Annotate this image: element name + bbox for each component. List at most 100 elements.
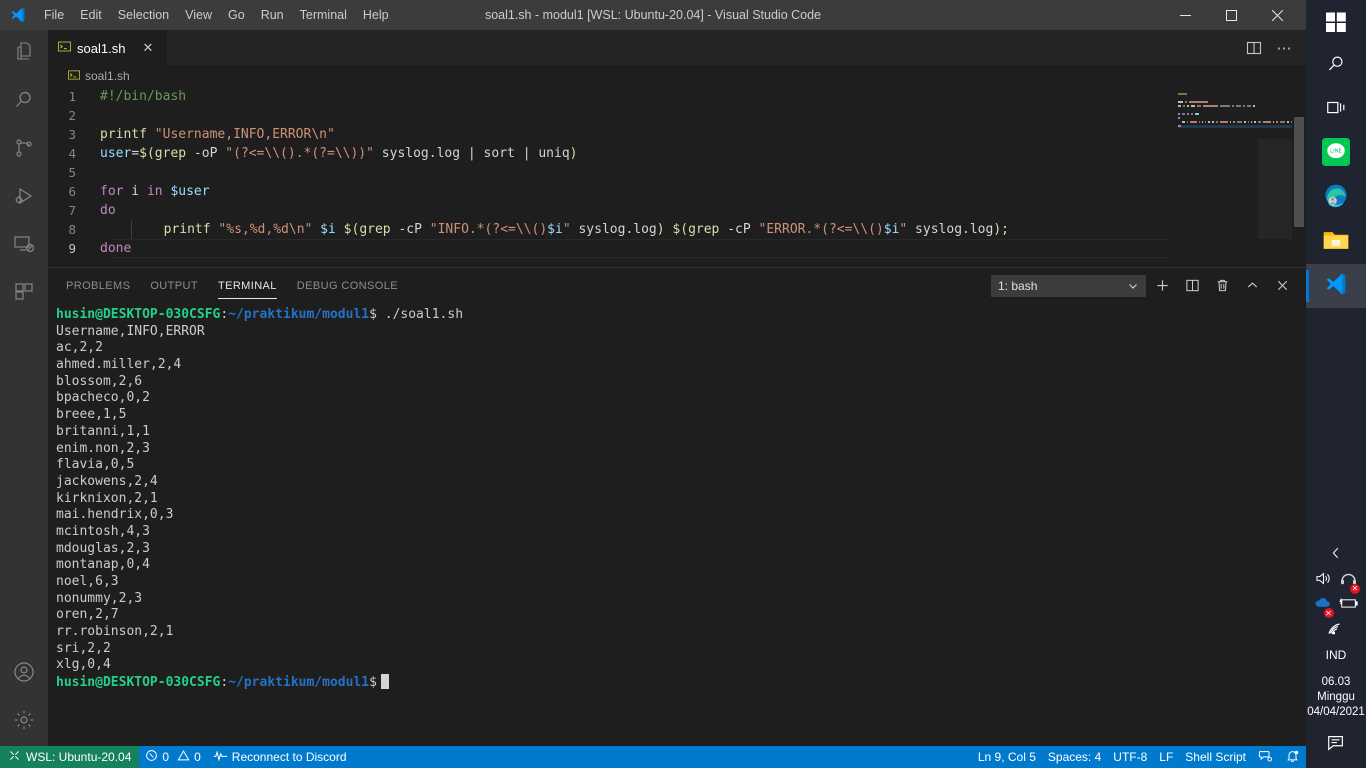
tab-debug-console[interactable]: DEBUG CONSOLE [287, 268, 408, 303]
menu-help[interactable]: Help [355, 0, 397, 30]
line-app-button[interactable]: LINE [1306, 132, 1366, 176]
sidebar-item-search[interactable] [0, 78, 48, 126]
more-actions-icon[interactable]: ⋯ [1270, 34, 1298, 62]
minimap-token [1220, 121, 1229, 123]
status-remote-indicator[interactable]: WSL: Ubuntu-20.04 [0, 746, 140, 768]
breadcrumb[interactable]: soal1.sh [48, 65, 1306, 87]
status-feedback-button[interactable] [1252, 746, 1279, 768]
terminal-output-line: ahmed.miller,2,4 [56, 357, 182, 373]
sidebar-item-remote-explorer[interactable] [0, 222, 48, 270]
taskbar-search-button[interactable] [1306, 44, 1366, 88]
terminal-select[interactable]: 1: bash [991, 274, 1146, 297]
status-discord[interactable]: Reconnect to Discord [207, 746, 353, 768]
editor-scrollbar[interactable] [1292, 87, 1306, 267]
menu-go[interactable]: Go [220, 0, 253, 30]
action-center-button[interactable] [1306, 726, 1366, 764]
status-indentation[interactable]: Spaces: 4 [1042, 746, 1107, 768]
terminal-output-line: Username,INFO,ERROR [56, 323, 205, 339]
clock-day: Minggu [1317, 691, 1355, 703]
status-cursor-position[interactable]: Ln 9, Col 5 [972, 746, 1042, 768]
sidebar-item-explorer[interactable] [0, 30, 48, 78]
code-editor[interactable]: 1 #!/bin/bash 2 3 printf "Username,INFO,ERRO… [48, 87, 1306, 267]
wifi-icon[interactable] [1327, 621, 1345, 641]
folder-icon [1322, 227, 1350, 258]
minimap-token [1242, 105, 1245, 107]
line-content: done [94, 239, 131, 258]
terminal-prompt-line: husin@DESKTOP-030CSFG:~/praktikum/modul1… [56, 307, 1306, 324]
menu-view[interactable]: View [177, 0, 220, 30]
tray-expand-button[interactable] [1306, 543, 1366, 568]
minimap-slider[interactable] [1258, 139, 1292, 239]
code-token: #!/bin/bash [100, 89, 187, 104]
terminal-output-line: bpacheco,0,2 [56, 390, 150, 406]
minimap[interactable] [1170, 87, 1292, 267]
minimap-token [1211, 121, 1214, 123]
new-terminal-button[interactable] [1148, 272, 1176, 300]
terminal-output[interactable]: husin@DESKTOP-030CSFG:~/praktikum/modul1… [48, 303, 1306, 746]
menu-bar: File Edit Selection View Go Run Terminal… [36, 0, 397, 30]
menu-selection[interactable]: Selection [110, 0, 177, 30]
manage-settings-button[interactable] [0, 698, 48, 746]
start-button[interactable] [1306, 0, 1366, 44]
battery-charging-icon[interactable] [1338, 596, 1359, 615]
tab-terminal[interactable]: TERMINAL [208, 268, 287, 303]
editor-scrollbar-thumb[interactable] [1294, 117, 1304, 227]
error-badge: ✕ [1350, 583, 1360, 594]
sidebar-item-extensions[interactable] [0, 270, 48, 318]
maximize-button[interactable] [1208, 0, 1254, 30]
vscode-window: File Edit Selection View Go Run Terminal… [0, 0, 1366, 768]
accounts-button[interactable] [0, 650, 48, 698]
tab-close-icon[interactable]: ✕ [139, 39, 157, 57]
task-view-button[interactable] [1306, 88, 1366, 132]
file-explorer-button[interactable] [1306, 220, 1366, 264]
sidebar-item-run-debug[interactable] [0, 174, 48, 222]
visual-studio-code-button[interactable] [1306, 264, 1366, 308]
minimap-token [1258, 121, 1261, 123]
menu-edit[interactable]: Edit [72, 0, 110, 30]
code-token: "Username,INFO,ERROR\n" [154, 127, 335, 142]
microsoft-edge-button[interactable] [1306, 176, 1366, 220]
code-token: i [123, 184, 147, 199]
minimap-token [1178, 117, 1180, 119]
code-token: syslog.log [570, 222, 657, 237]
close-button[interactable] [1254, 0, 1300, 30]
editor-group: soal1.sh ✕ ⋯ soal1.sh 1 #!/bin/bash 2 3 … [48, 30, 1306, 746]
terminal-path: ~/praktikum/modul1 [228, 307, 370, 322]
onedrive-error-icon[interactable]: ✕ [1314, 596, 1334, 618]
minimize-button[interactable] [1162, 0, 1208, 30]
tab-output[interactable]: OUTPUT [140, 268, 208, 303]
menu-file[interactable]: File [36, 0, 72, 30]
taskbar-clock[interactable]: 06.03 Minggu 04/04/2021 [1307, 667, 1365, 726]
line-number: 5 [68, 165, 76, 180]
warning-icon [177, 749, 190, 765]
split-terminal-button[interactable] [1178, 272, 1206, 300]
status-eol[interactable]: LF [1153, 746, 1179, 768]
maximize-panel-button[interactable] [1238, 272, 1266, 300]
headset-error-icon[interactable]: ✕ [1340, 571, 1360, 594]
kill-terminal-button[interactable] [1208, 272, 1236, 300]
code-token: -cP [719, 222, 759, 237]
status-remote-label: WSL: Ubuntu-20.04 [26, 750, 132, 764]
tab-soal1-sh[interactable]: soal1.sh ✕ [48, 30, 168, 65]
minimap-token [1273, 121, 1275, 123]
status-language-mode[interactable]: Shell Script [1179, 746, 1252, 768]
code-token: $i [547, 222, 563, 237]
menu-terminal[interactable]: Terminal [292, 0, 355, 30]
code-token: printf [163, 222, 211, 237]
split-editor-icon[interactable] [1240, 34, 1268, 62]
menu-run[interactable]: Run [253, 0, 292, 30]
line-number: 6 [68, 184, 76, 199]
status-notifications-button[interactable] [1279, 746, 1306, 768]
code-token: -cP [390, 222, 430, 237]
sidebar-item-source-control[interactable] [0, 126, 48, 174]
close-panel-button[interactable] [1268, 272, 1296, 300]
tab-problems[interactable]: PROBLEMS [56, 268, 140, 303]
tray-language[interactable]: IND [1326, 643, 1347, 667]
status-problems[interactable]: 0 0 [139, 746, 206, 768]
code-token: sort [475, 146, 523, 161]
status-encoding[interactable]: UTF-8 [1107, 746, 1153, 768]
minimap-token [1196, 105, 1201, 107]
volume-icon[interactable] [1315, 571, 1332, 591]
status-warning-count: 0 [194, 750, 201, 764]
